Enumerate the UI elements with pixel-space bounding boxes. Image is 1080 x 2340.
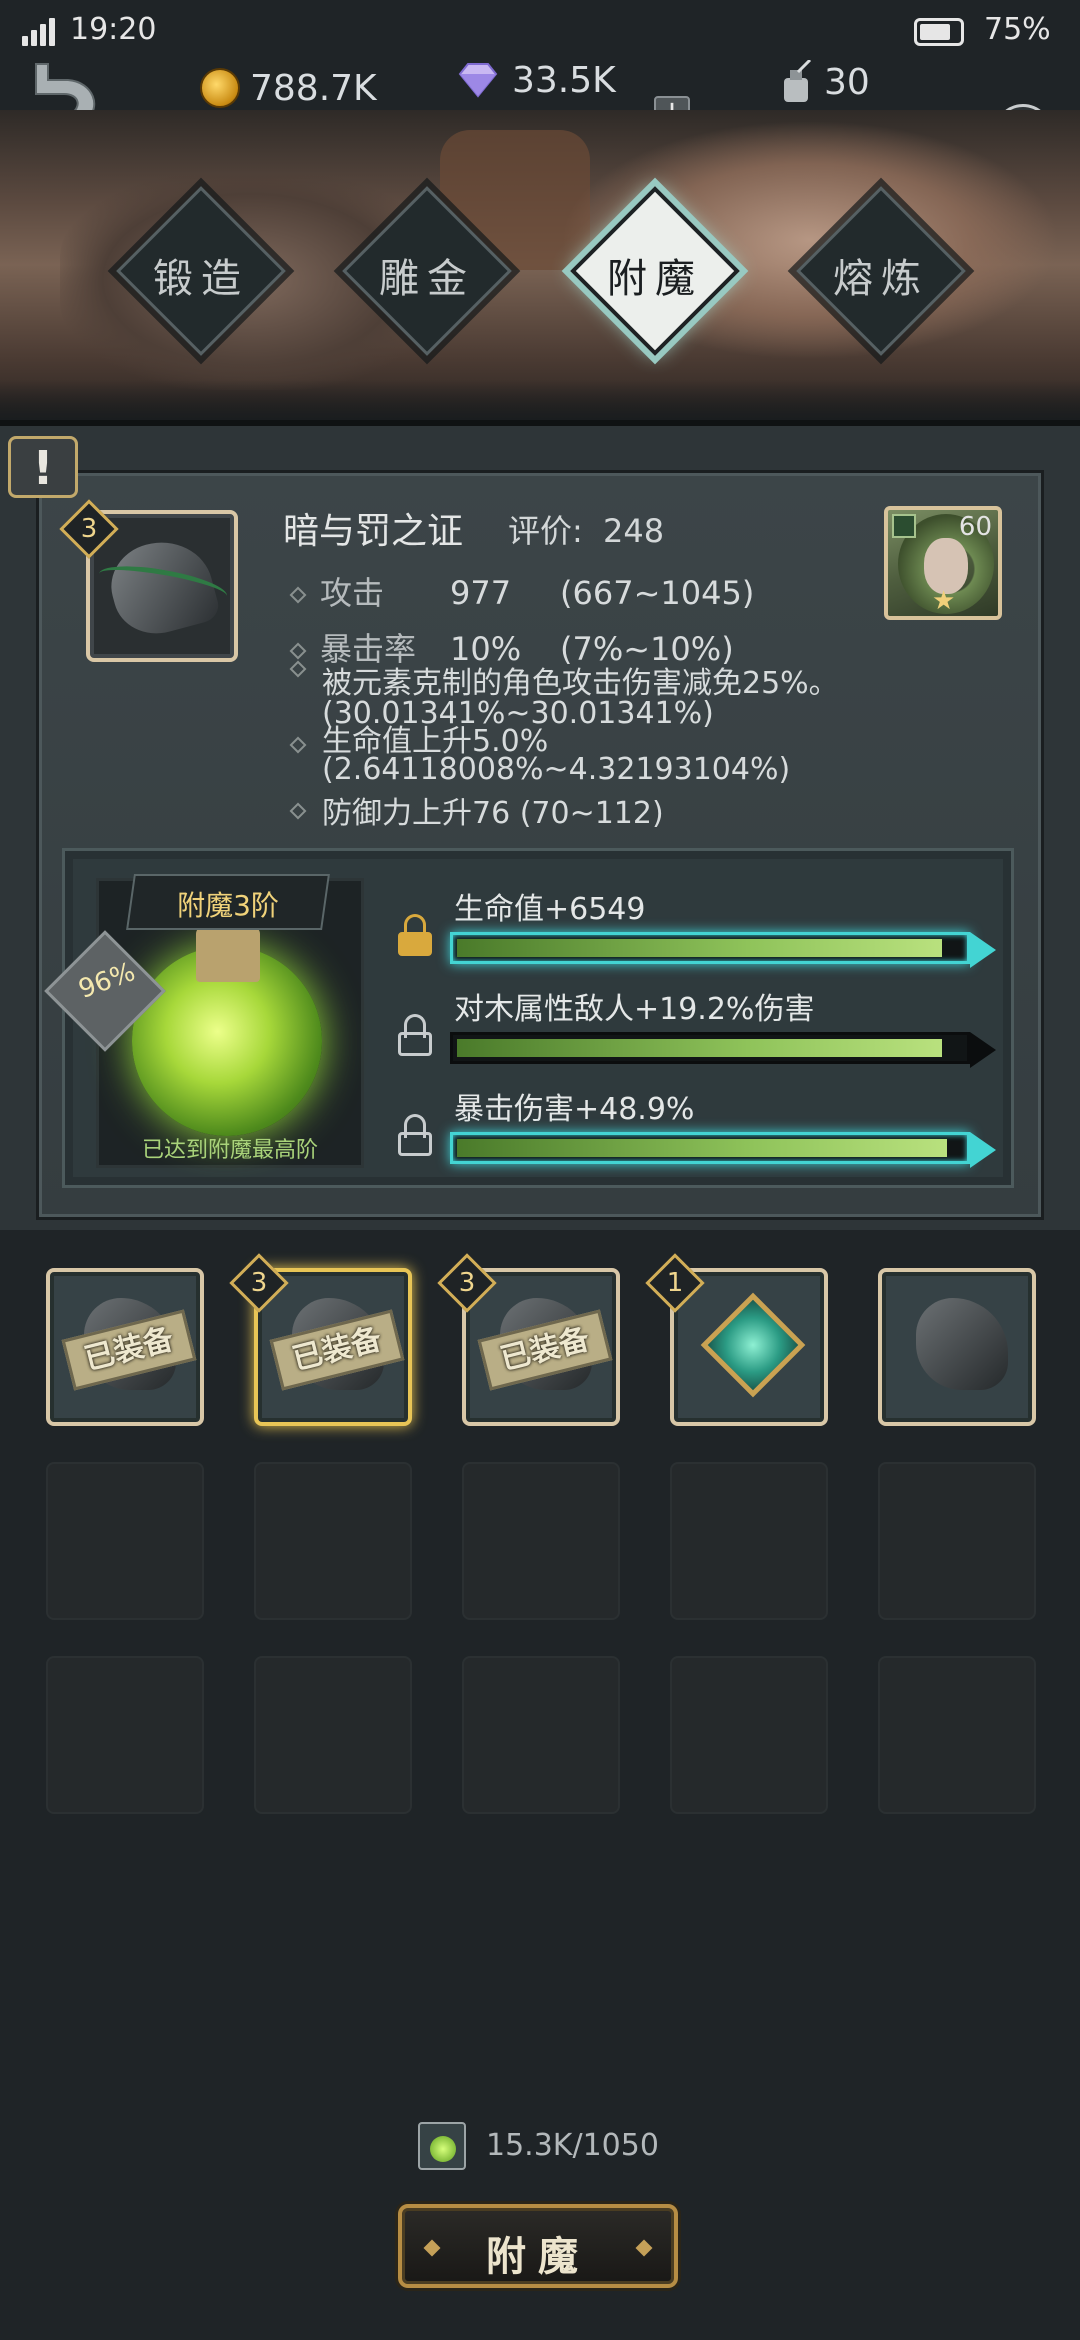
enchant-row-label: 生命值+6549	[454, 892, 646, 927]
inventory-slot-empty[interactable]	[462, 1656, 620, 1814]
coin-counter: 788.7K	[200, 58, 377, 118]
hero-level: 60	[958, 512, 992, 542]
gem-counter: 33.5K	[456, 50, 616, 110]
tab-label: 雕金	[379, 256, 475, 302]
inventory-slot-empty[interactable]	[46, 1656, 204, 1814]
hero-portrait[interactable]: 60 ★	[884, 506, 1002, 620]
tab-engrave[interactable]: 雕金	[332, 176, 522, 366]
enchant-row: 暴击伤害+48.9%	[394, 1084, 996, 1174]
tab-label: 熔炼	[833, 256, 929, 302]
item-rating: 评价: 248	[508, 506, 664, 552]
tab-enchant[interactable]: 附魔	[560, 176, 750, 366]
enchant-progress-bar	[450, 932, 970, 964]
potion-cost-icon	[418, 2122, 466, 2170]
enchant-tier-title: 附魔3阶	[177, 889, 279, 922]
lock-icon[interactable]	[394, 1114, 436, 1158]
enchant-row: 生命值+6549	[394, 884, 996, 974]
enchant-button[interactable]: 附魔	[398, 2204, 678, 2288]
enchant-row: 对木属性敌人+19.2%伤害	[394, 984, 996, 1074]
lock-icon[interactable]	[394, 1014, 436, 1058]
inventory-item[interactable]: 已装备	[46, 1268, 204, 1426]
enchant-row-label: 对木属性敌人+19.2%伤害	[454, 992, 815, 1027]
tab-label: 附魔	[607, 256, 703, 302]
rating-label: 评价:	[508, 512, 583, 550]
coin-amount: 788.7K	[250, 67, 377, 109]
jewel-icon	[700, 1292, 806, 1398]
inventory-slot-empty[interactable]	[462, 1462, 620, 1620]
lock-icon[interactable]	[394, 914, 436, 958]
alert-icon[interactable]	[8, 436, 78, 498]
gem-amount: 33.5K	[512, 59, 616, 101]
stat-attack: 攻击 977 (667~1045)	[289, 568, 754, 614]
item-name: 暗与罚之证	[283, 511, 464, 552]
tab-smelt[interactable]: 熔炼	[786, 176, 976, 366]
stat-extra-line: (2.64118008%~4.32193104%)	[322, 752, 791, 787]
tab-label: 锻造	[153, 256, 249, 302]
inventory-slot-empty[interactable]	[670, 1656, 828, 1814]
enchant-row-label: 暴击伤害+48.9%	[454, 1092, 695, 1127]
clan-icon	[892, 514, 916, 538]
enchant-caption: 已达到附魔最高阶	[141, 1138, 318, 1163]
coin-icon	[200, 68, 240, 108]
stat-extra-line: 防御力上升76 (70~112)	[322, 796, 664, 831]
enchant-progress-bar	[450, 1132, 970, 1164]
diamond-icon	[458, 63, 498, 98]
inventory-slot-empty[interactable]	[670, 1462, 828, 1620]
ink-bottle-icon	[784, 60, 812, 102]
enchant-progress-bar	[450, 1032, 970, 1064]
inventory-slot-empty[interactable]	[878, 1462, 1036, 1620]
inventory-slot-empty[interactable]	[878, 1656, 1036, 1814]
inventory-slot-empty[interactable]	[254, 1462, 412, 1620]
star-icon: ★	[932, 586, 956, 616]
inventory-slot-empty[interactable]	[254, 1656, 412, 1814]
enchant-button-label: 附魔	[486, 2234, 590, 2280]
inventory-slot-empty[interactable]	[46, 1462, 204, 1620]
inventory-item[interactable]	[878, 1268, 1036, 1426]
ink-amount: 30	[824, 61, 870, 103]
rating-value: 248	[602, 512, 665, 550]
ink-counter: 30	[778, 52, 870, 112]
cost-text: 15.3K/1050	[486, 2128, 659, 2163]
tab-forge[interactable]: 锻造	[106, 176, 296, 366]
